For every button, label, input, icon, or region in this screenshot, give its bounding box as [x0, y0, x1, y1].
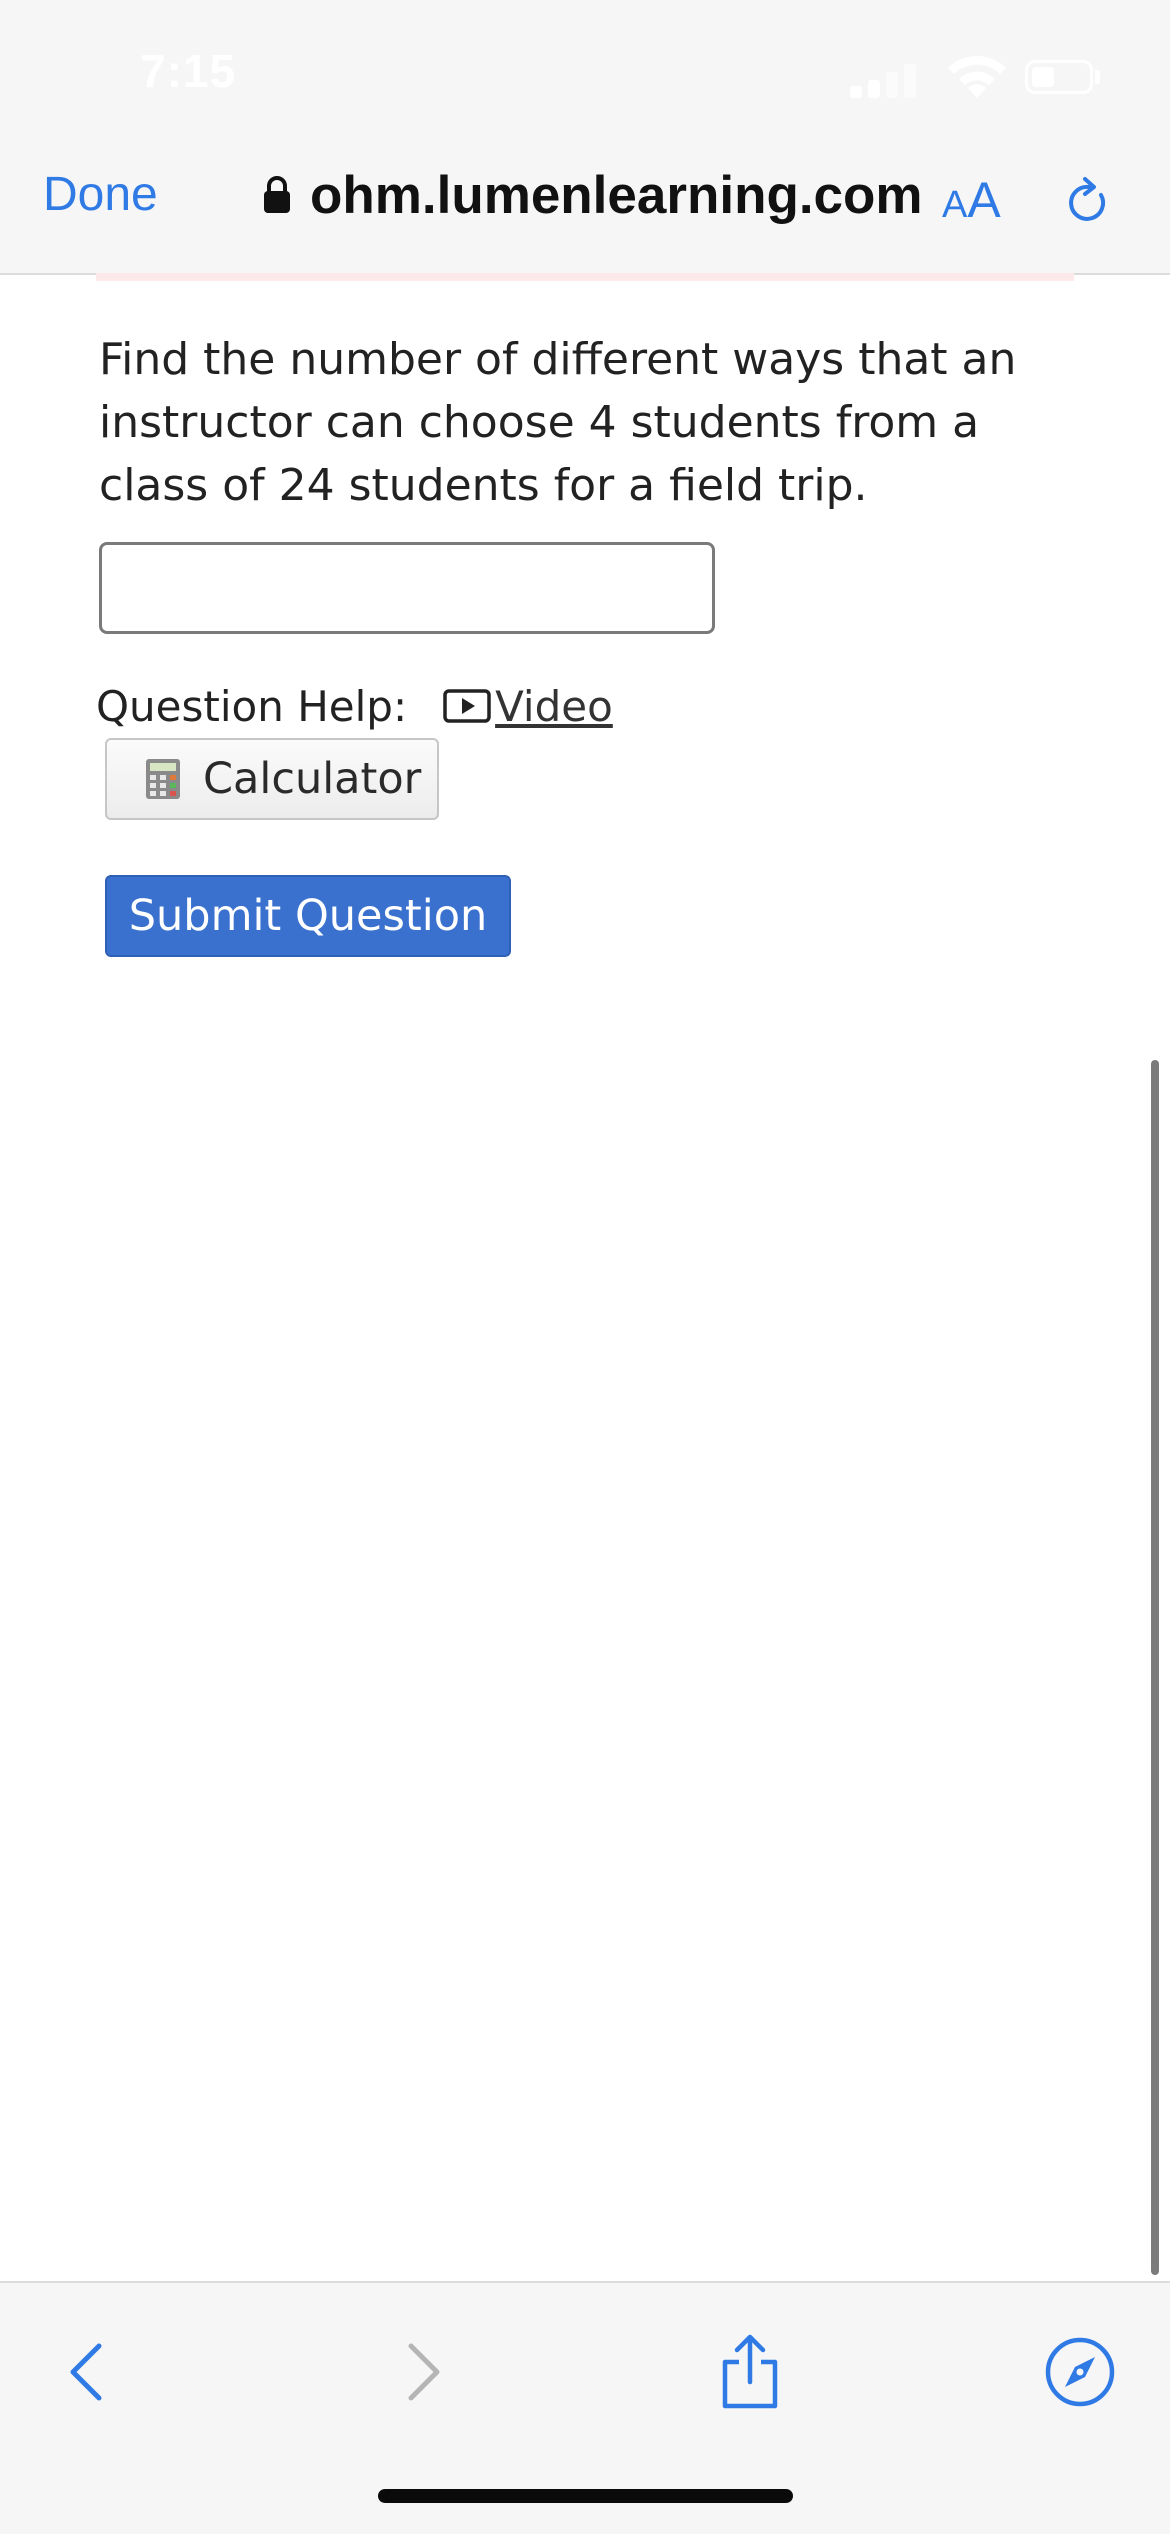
address-bar[interactable]: ohm.lumenlearning.com [262, 165, 923, 225]
alert-strip [96, 273, 1074, 281]
submit-question-button[interactable]: Submit Question [105, 875, 511, 957]
lock-icon [264, 176, 290, 213]
signal-icon [850, 62, 930, 98]
wifi-icon [948, 55, 1006, 98]
calculator-button[interactable]: Calculator [105, 738, 439, 820]
calculator-icon [146, 759, 180, 799]
url-text: ohm.lumenlearning.com [310, 165, 923, 225]
browser-top-bar: Done ohm.lumenlearning.com AA [0, 145, 1170, 275]
home-indicator [378, 2489, 793, 2503]
battery-icon [1025, 60, 1093, 94]
share-icon [722, 2334, 778, 2409]
forward-icon [408, 2343, 440, 2401]
status-icons [850, 52, 1100, 102]
battery-tip [1095, 70, 1100, 84]
status-time: 7:15 [140, 45, 237, 97]
back-icon [70, 2343, 102, 2401]
calculator-label: Calculator [203, 754, 422, 804]
answer-input[interactable] [99, 542, 715, 634]
reload-icon[interactable] [1063, 173, 1113, 229]
video-icon [443, 689, 491, 723]
question-text: Find the number of different ways that a… [99, 334, 1017, 511]
back-button[interactable] [42, 2327, 132, 2417]
video-link-label: Video [495, 681, 613, 731]
text-size-button[interactable]: AA [942, 171, 1001, 229]
share-button[interactable] [705, 2327, 795, 2417]
text-size-big-a: A [967, 172, 1001, 228]
forward-button[interactable] [378, 2327, 468, 2417]
scrollbar[interactable] [1151, 1060, 1159, 2275]
video-link[interactable]: Video [443, 682, 613, 731]
compass-icon [1045, 2337, 1115, 2407]
question-help: Question Help: Video [96, 678, 613, 734]
done-button[interactable]: Done [43, 167, 158, 222]
bookmarks-button[interactable] [1035, 2327, 1125, 2417]
text-size-small-a: A [942, 184, 968, 226]
question-help-label: Question Help: [96, 681, 408, 731]
status-bar: 7:15 [0, 0, 1170, 145]
